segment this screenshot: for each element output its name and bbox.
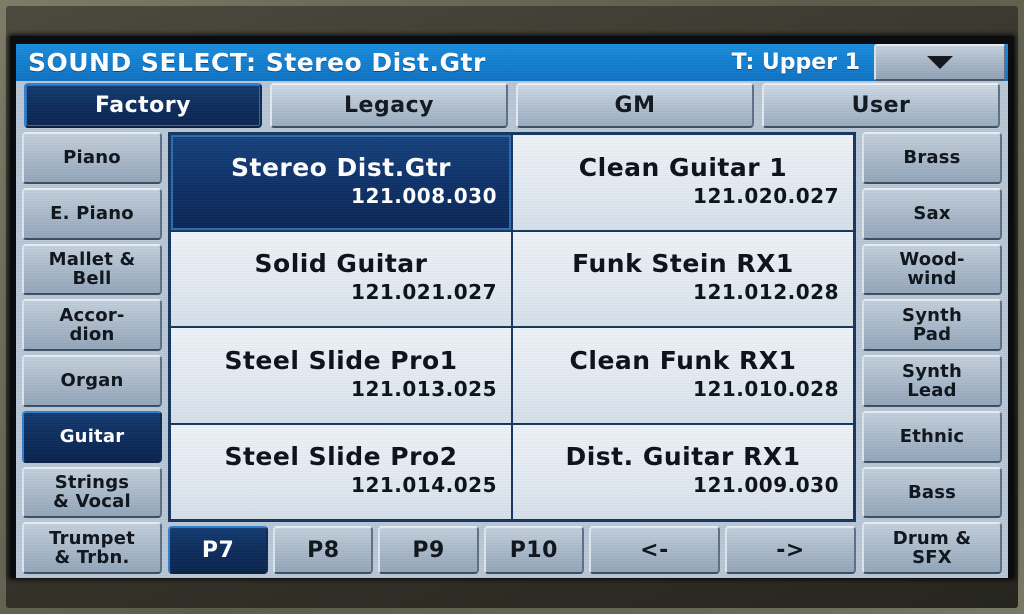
sound-number: 121.008.030 xyxy=(351,183,497,208)
page-button-p10[interactable]: P10 xyxy=(483,526,584,574)
title-bar: SOUND SELECT: Stereo Dist.Gtr T: Upper 1 xyxy=(16,44,1008,81)
lcd-screen: SOUND SELECT: Stereo Dist.Gtr T: Upper 1… xyxy=(16,44,1008,578)
category-button-sax[interactable]: Sax xyxy=(862,187,1002,240)
category-button-trumpet-trbn[interactable]: Trumpet & Trbn. xyxy=(22,522,162,574)
category-button-strings-vocal[interactable]: Strings & Vocal xyxy=(22,466,162,519)
sound-grid: Stereo Dist.Gtr 121.008.030 Clean Guitar 1… xyxy=(168,132,856,522)
sound-name: Funk Stein RX1 xyxy=(572,249,794,279)
category-button-piano[interactable]: Piano xyxy=(22,132,162,184)
category-button-brass[interactable]: Brass xyxy=(862,132,1002,184)
sound-name: Clean Funk RX1 xyxy=(569,345,797,375)
category-button-drum-sfx[interactable]: Drum & SFX xyxy=(862,522,1002,574)
page-button-bar: P7 P8 P9 P10 <- -> xyxy=(168,526,856,574)
page-prev-button[interactable]: <- xyxy=(588,526,720,574)
sound-number: 121.021.027 xyxy=(351,280,497,305)
sound-number: 121.014.025 xyxy=(351,473,497,498)
sound-name: Steel Slide Pro2 xyxy=(224,442,458,472)
tab-gm[interactable]: GM xyxy=(516,83,754,128)
category-button-accor-dion[interactable]: Accor-dion xyxy=(22,299,162,351)
tab-user[interactable]: User xyxy=(762,83,1000,128)
sound-grid-row: Steel Slide Pro2 121.014.025 Dist. Guitar … xyxy=(171,424,853,519)
sound-number: 121.009.030 xyxy=(693,473,839,498)
tab-legacy[interactable]: Legacy xyxy=(270,83,508,128)
selector-body: Piano E. Piano Mallet & Bell Accor-dion Organ… xyxy=(16,130,1008,578)
page-menu-button[interactable] xyxy=(874,44,1006,81)
category-button-synth-lead[interactable]: Synth Lead xyxy=(862,355,1002,407)
category-button-ethnic[interactable]: Ethnic xyxy=(862,410,1002,463)
sound-cell-solid-guitar[interactable]: Solid Guitar 121.021.027 xyxy=(171,231,511,326)
sound-name: Steel Slide Pro1 xyxy=(224,345,458,375)
category-button-mallet-bell[interactable]: Mallet & Bell xyxy=(22,243,162,296)
page-next-button[interactable]: -> xyxy=(724,526,856,574)
category-button-synth-pad[interactable]: Synth Pad xyxy=(862,299,1002,351)
left-category-column: Piano E. Piano Mallet & Bell Accor-dion Organ… xyxy=(16,130,168,578)
device-bezel: SOUND SELECT: Stereo Dist.Gtr T: Upper 1… xyxy=(0,0,1024,614)
category-button-e-piano[interactable]: E. Piano xyxy=(22,187,162,240)
sound-number: 121.013.025 xyxy=(351,376,497,401)
sound-name: Clean Guitar 1 xyxy=(578,152,788,182)
sound-cell-funk-stein-rx1[interactable]: Funk Stein RX1 121.012.028 xyxy=(513,231,853,326)
page-button-p8[interactable]: P8 xyxy=(273,526,374,574)
sound-grid-row: Steel Slide Pro1 121.013.025 Clean Funk RX… xyxy=(171,328,853,423)
sound-name: Dist. Guitar RX1 xyxy=(565,442,801,472)
category-button-guitar[interactable]: Guitar xyxy=(22,410,162,463)
sound-name: Solid Guitar xyxy=(254,249,428,279)
chevron-down-icon xyxy=(927,56,953,69)
sound-number: 121.010.028 xyxy=(693,376,839,401)
sound-grid-row: Stereo Dist.Gtr 121.008.030 Clean Guitar 1… xyxy=(171,135,853,230)
category-button-wood-wind[interactable]: Wood-wind xyxy=(862,243,1002,296)
sound-cell-clean-guitar-1[interactable]: Clean Guitar 1 121.020.027 xyxy=(513,135,853,230)
category-button-organ[interactable]: Organ xyxy=(22,355,162,407)
sound-center-panel: Stereo Dist.Gtr 121.008.030 Clean Guitar 1… xyxy=(168,130,856,578)
sound-cell-steel-slide-pro2[interactable]: Steel Slide Pro2 121.014.025 xyxy=(171,424,511,519)
category-button-bass[interactable]: Bass xyxy=(862,466,1002,519)
page-button-p9[interactable]: P9 xyxy=(378,526,479,574)
sound-number: 121.020.027 xyxy=(693,183,839,208)
sound-cell-stereo-dist-gtr[interactable]: Stereo Dist.Gtr 121.008.030 xyxy=(171,135,511,230)
tab-factory[interactable]: Factory xyxy=(24,83,262,128)
sound-cell-clean-funk-rx1[interactable]: Clean Funk RX1 121.010.028 xyxy=(513,328,853,423)
page-title: SOUND SELECT: Stereo Dist.Gtr xyxy=(28,48,486,77)
sound-number: 121.012.028 xyxy=(693,280,839,305)
bank-tab-bar: Factory Legacy GM User xyxy=(16,81,1008,130)
sound-cell-dist-guitar-rx1[interactable]: Dist. Guitar RX1 121.009.030 xyxy=(513,424,853,519)
sound-cell-steel-slide-pro1[interactable]: Steel Slide Pro1 121.013.025 xyxy=(171,328,511,423)
track-indicator: T: Upper 1 xyxy=(731,50,860,75)
sound-name: Stereo Dist.Gtr xyxy=(230,152,452,182)
right-category-column: Brass Sax Wood-wind Synth Pad Synth Lead Ethnic… xyxy=(856,130,1008,578)
sound-grid-row: Solid Guitar 121.021.027 Funk Stein RX1 121… xyxy=(171,231,853,326)
page-button-p7[interactable]: P7 xyxy=(168,526,269,574)
